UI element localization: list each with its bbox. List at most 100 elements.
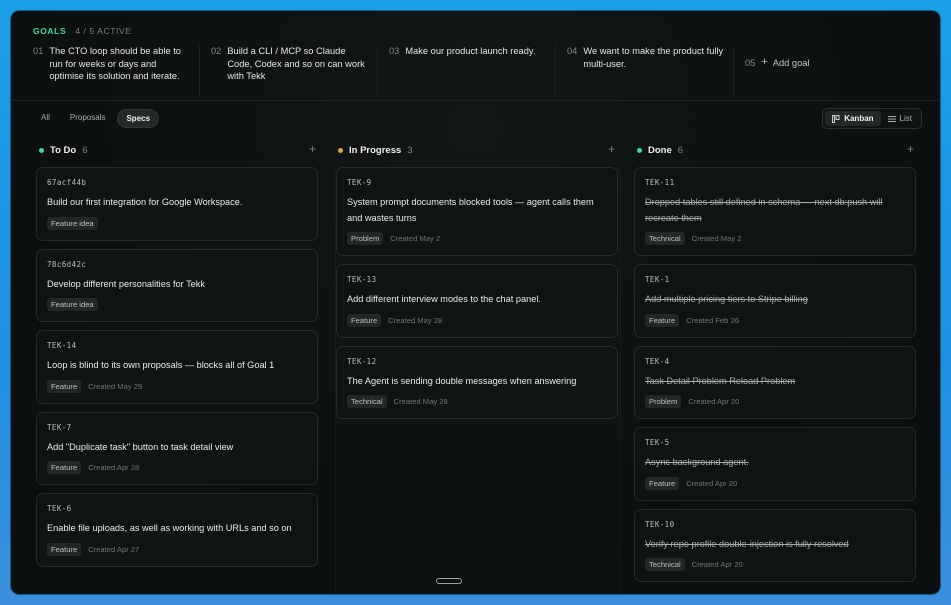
task-tag: Feature idea: [47, 298, 98, 311]
goal-item[interactable]: 04 We want to make the product fully mul…: [556, 45, 734, 97]
task-card[interactable]: TEK-4 Task Detail Problem Reload Problem…: [634, 345, 916, 419]
task-id: TEK-4: [645, 356, 670, 366]
task-created: Created Apr 27: [88, 544, 140, 554]
column-body: TEK-11 Dropped tables still defined in s…: [634, 167, 918, 594]
goal-number: 05: [745, 58, 756, 68]
filter-tabs: All Proposals Specs: [33, 109, 160, 128]
column-count: 6: [82, 144, 88, 156]
tab-proposals[interactable]: Proposals: [62, 109, 114, 128]
goal-number: 02: [211, 46, 222, 56]
task-card[interactable]: TEK-1 Add multiple pricing tiers to Stri…: [634, 264, 916, 338]
column-count: 6: [677, 144, 684, 156]
kanban-icon: [832, 114, 840, 123]
column-todo: To Do 6 + 67acf44b Build our first integ…: [36, 139, 320, 567]
task-created: Created Apr 20: [688, 397, 740, 406]
task-title: System prompt documents blocked tools — …: [347, 197, 594, 223]
goal-item[interactable]: 02 Build a CLI / MCP so Claude Code, Cod…: [200, 45, 378, 97]
task-tag: Feature: [47, 542, 82, 556]
task-title: Async background agent.: [645, 457, 749, 467]
task-card[interactable]: TEK-7 Add "Duplicate task" button to tas…: [36, 411, 318, 485]
task-tag: Feature: [645, 476, 680, 490]
column-body: TEK-9 System prompt documents blocked to…: [335, 167, 621, 594]
add-goal-label: Add goal: [772, 58, 810, 68]
task-title: Add multiple pricing tiers to Stripe bil…: [645, 294, 808, 304]
task-id: TEK-11: [645, 178, 675, 187]
task-tag: Feature: [645, 313, 680, 327]
kanban-view-button[interactable]: Kanban: [825, 111, 881, 126]
task-title: The Agent is sending double messages whe…: [347, 375, 577, 386]
column-header: In Progress 3 +: [335, 139, 619, 161]
task-card[interactable]: TEK-6 Enable file uploads, as well as wo…: [36, 493, 318, 567]
task-tag: Technical: [347, 395, 387, 408]
task-card[interactable]: TEK-11 Dropped tables still defined in s…: [634, 167, 916, 256]
task-tag: Problem: [347, 232, 384, 245]
task-id: TEK-14: [47, 341, 77, 350]
task-id: TEK-7: [47, 422, 72, 432]
plus-icon: +: [761, 56, 768, 68]
tab-all[interactable]: All: [33, 109, 58, 128]
view-toggle: Kanban List: [822, 108, 922, 129]
goal-item[interactable]: 03 Make our product launch ready.: [378, 45, 556, 97]
goals-header: GOALS 4 / 5 ACTIVE: [33, 26, 132, 36]
column-title: In Progress: [349, 144, 402, 156]
task-id: 78c6d42c: [47, 259, 87, 269]
task-tag: Technical: [645, 232, 685, 245]
task-created: Created May 2: [691, 234, 742, 243]
task-tag: Feature: [47, 461, 82, 474]
task-created: Created May 28: [388, 315, 443, 325]
task-card[interactable]: 67acf44b Build our first integration for…: [36, 167, 318, 241]
task-id: TEK-6: [47, 504, 72, 513]
task-title: Dropped tables still defined in schema —…: [645, 197, 883, 223]
task-card[interactable]: 78c6d42c Develop different personalities…: [36, 248, 318, 322]
list-view-button[interactable]: List: [881, 111, 919, 126]
add-card-icon[interactable]: +: [309, 142, 316, 156]
task-created: Created Apr 20: [686, 478, 738, 488]
task-created: Created Feb 26: [686, 315, 739, 325]
task-card[interactable]: TEK-10 Verify repo profile double-inject…: [634, 508, 916, 582]
task-card[interactable]: TEK-13 Add different interview modes to …: [336, 264, 618, 338]
column-header: To Do 6 +: [36, 139, 320, 161]
list-label: List: [899, 114, 912, 123]
goal-text: We want to make the product fully multi-…: [583, 46, 724, 69]
list-icon: [887, 115, 896, 122]
task-title: Add "Duplicate task" button to task deta…: [47, 441, 234, 452]
task-created: Created May 2: [390, 234, 441, 243]
scroll-handle[interactable]: [436, 578, 462, 584]
task-id: TEK-10: [645, 519, 675, 529]
add-card-icon[interactable]: +: [907, 142, 914, 156]
task-title: Build our first integration for Google W…: [47, 197, 243, 207]
task-tag: Feature idea: [47, 216, 98, 230]
task-title: Loop is blind to its own proposals — blo…: [47, 360, 275, 370]
goal-number: 01: [33, 46, 44, 56]
goal-number: 04: [567, 46, 578, 56]
column-count: 3: [407, 144, 413, 156]
goals-list: 01 The CTO loop should be able to run fo…: [22, 45, 940, 97]
task-created: Created Apr 28: [88, 463, 140, 472]
task-card[interactable]: TEK-5 Async background agent. Feature Cre…: [634, 427, 916, 501]
task-id: TEK-5: [645, 438, 670, 447]
task-card[interactable]: TEK-14 Loop is blind to its own proposal…: [36, 330, 318, 404]
kanban-label: Kanban: [844, 114, 874, 123]
task-tag: Feature: [347, 313, 382, 327]
header-divider: [11, 100, 940, 101]
column-header: Done 6 +: [634, 139, 918, 161]
task-tag: Technical: [645, 558, 685, 571]
tab-specs[interactable]: Specs: [117, 109, 160, 128]
add-card-icon[interactable]: +: [608, 142, 615, 156]
column-done: Done 6 + TEK-11 Dropped tables still def…: [634, 139, 918, 582]
column-body: 67acf44b Build our first integration for…: [36, 167, 320, 594]
status-dot-icon: [39, 147, 44, 153]
task-title: Enable file uploads, as well as working …: [47, 523, 292, 533]
goals-count: 4 / 5 ACTIVE: [75, 26, 132, 36]
add-goal-button[interactable]: 05 + Add goal: [734, 45, 912, 97]
task-id: 67acf44b: [47, 178, 87, 187]
task-card[interactable]: TEK-12 The Agent is sending double messa…: [336, 345, 618, 419]
column-title: Done: [648, 144, 672, 156]
task-card[interactable]: TEK-9 System prompt documents blocked to…: [336, 167, 618, 256]
task-tag: Problem: [645, 395, 682, 408]
task-created: Created May 29: [88, 381, 143, 391]
app-window: GOALS 4 / 5 ACTIVE 01 The CTO loop shoul…: [11, 11, 940, 594]
goal-text: The CTO loop should be able to run for w…: [49, 46, 181, 81]
goal-item[interactable]: 01 The CTO loop should be able to run fo…: [22, 45, 200, 97]
task-id: TEK-9: [347, 178, 372, 187]
